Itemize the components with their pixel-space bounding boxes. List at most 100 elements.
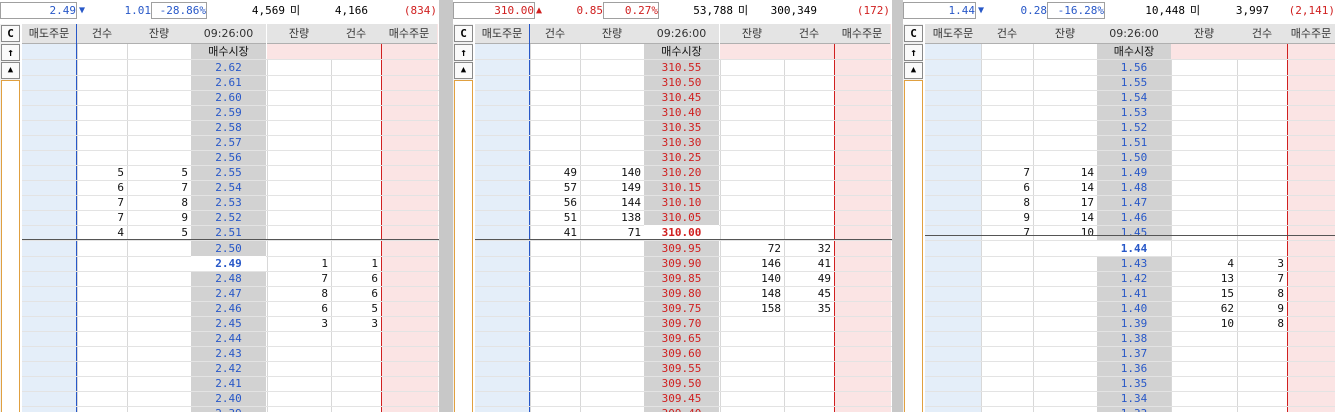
ask-price[interactable]: 310.30	[644, 135, 719, 150]
ask-row: 310.30	[475, 135, 892, 151]
bid-price[interactable]: 1.41	[1097, 286, 1171, 301]
ask-price[interactable]: 1.46	[1097, 210, 1171, 225]
ask-price[interactable]: 1.55	[1097, 75, 1171, 90]
ask-count	[981, 135, 1033, 150]
bid-price[interactable]: 2.40	[191, 391, 266, 406]
ask-count	[981, 105, 1033, 120]
ask-price[interactable]: 2.56	[191, 150, 266, 165]
bid-price[interactable]: 1.42	[1097, 271, 1171, 286]
scroll-up-button[interactable]: ▲	[454, 62, 473, 79]
bid-price[interactable]: 1.36	[1097, 361, 1171, 376]
ask-price[interactable]: 310.25	[644, 150, 719, 165]
ask-price[interactable]: 1.53	[1097, 105, 1171, 120]
scroll-up-button[interactable]: ▲	[1, 62, 20, 79]
ask-remain: 149	[621, 181, 641, 194]
bid-price[interactable]: 1.35	[1097, 376, 1171, 391]
bid-price[interactable]: 309.65	[644, 331, 719, 346]
ask-price[interactable]: 2.59	[191, 105, 266, 120]
clear-button[interactable]: C	[1, 25, 20, 42]
bid-price[interactable]: 1.38	[1097, 331, 1171, 346]
bid-price[interactable]: 2.39	[191, 406, 266, 412]
ask-price[interactable]: 310.05	[644, 210, 719, 225]
ask-price[interactable]: 1.50	[1097, 150, 1171, 165]
bid-count	[331, 361, 381, 376]
ask-price[interactable]: 1.45	[1097, 225, 1171, 240]
bid-price[interactable]: 309.60	[644, 346, 719, 361]
bid-price[interactable]: 2.47	[191, 286, 266, 301]
ask-price[interactable]: 2.52	[191, 210, 266, 225]
ask-price[interactable]: 2.61	[191, 75, 266, 90]
ask-price[interactable]: 310.55	[644, 60, 719, 75]
ask-price[interactable]: 2.53	[191, 195, 266, 210]
bid-price[interactable]: 2.43	[191, 346, 266, 361]
ask-price[interactable]: 2.60	[191, 90, 266, 105]
bid-price[interactable]: 309.40	[644, 406, 719, 412]
ask-price[interactable]: 1.47	[1097, 195, 1171, 210]
bid-price[interactable]: 2.50	[191, 241, 266, 256]
summary-volume: 4,569	[251, 4, 285, 17]
bid-price[interactable]: 2.42	[191, 361, 266, 376]
ask-price[interactable]: 310.00	[644, 225, 719, 240]
bid-price[interactable]: 309.70	[644, 316, 719, 331]
ask-price[interactable]: 1.49	[1097, 165, 1171, 180]
ask-price[interactable]: 310.15	[644, 180, 719, 195]
ask-remain: 10	[1080, 226, 1094, 239]
price-scrollbar[interactable]	[904, 80, 923, 412]
scroll-up-button[interactable]: ▲	[904, 62, 923, 79]
price-scrollbar[interactable]	[1, 80, 20, 412]
bid-price[interactable]: 1.39	[1097, 316, 1171, 331]
bid-price[interactable]: 309.50	[644, 376, 719, 391]
clear-button[interactable]: C	[454, 25, 473, 42]
ask-price[interactable]: 2.51	[191, 225, 266, 240]
bid-price[interactable]: 309.55	[644, 361, 719, 376]
ask-row: 1.51	[925, 135, 1335, 151]
ask-price[interactable]: 2.54	[191, 180, 266, 195]
ask-price[interactable]: 310.10	[644, 195, 719, 210]
ask-price[interactable]: 2.57	[191, 135, 266, 150]
ask-price[interactable]: 1.54	[1097, 90, 1171, 105]
bid-price[interactable]: 1.34	[1097, 391, 1171, 406]
up-arrow-button[interactable]: ↑	[1, 44, 20, 61]
bid-price[interactable]: 2.45	[191, 316, 266, 331]
ask-price[interactable]: 1.52	[1097, 120, 1171, 135]
ask-count	[530, 150, 580, 165]
bid-price[interactable]: 309.75	[644, 301, 719, 316]
bid-price[interactable]: 2.41	[191, 376, 266, 391]
ask-price[interactable]: 2.55	[191, 165, 266, 180]
ask-price[interactable]: 310.40	[644, 105, 719, 120]
ask-price[interactable]: 310.35	[644, 120, 719, 135]
up-arrow-button[interactable]: ↑	[904, 44, 923, 61]
ask-row: 1.54	[925, 90, 1335, 106]
bid-price[interactable]: 1.43	[1097, 256, 1171, 271]
ask-price[interactable]: 310.45	[644, 90, 719, 105]
bid-price[interactable]: 2.44	[191, 331, 266, 346]
ask-price[interactable]: 1.48	[1097, 180, 1171, 195]
ask-price[interactable]: 2.58	[191, 120, 266, 135]
price-scrollbar[interactable]	[454, 80, 473, 412]
summary-bar: 1.44 0.28 -16.28% 10,448 미 3,997 (2,141) ▼	[903, 0, 1335, 19]
ask-price[interactable]: 1.51	[1097, 135, 1171, 150]
bid-price[interactable]: 309.85	[644, 271, 719, 286]
ask-price[interactable]: 1.56	[1097, 60, 1171, 75]
bid-price[interactable]: 309.80	[644, 286, 719, 301]
up-arrow-button[interactable]: ↑	[454, 44, 473, 61]
bid-price[interactable]: 309.95	[644, 241, 719, 256]
ask-row: 5 5 2.55	[22, 165, 439, 181]
bid-price[interactable]: 1.33	[1097, 406, 1171, 412]
ask-count: 56	[563, 196, 577, 209]
bid-price[interactable]: 2.48	[191, 271, 266, 286]
bid-price[interactable]: 1.44	[1097, 241, 1171, 256]
bid-price[interactable]: 1.37	[1097, 346, 1171, 361]
ask-price[interactable]: 310.20	[644, 165, 719, 180]
bid-price[interactable]: 309.90	[644, 256, 719, 271]
bid-count	[1237, 331, 1287, 346]
bid-price[interactable]: 2.46	[191, 301, 266, 316]
ask-remain: 71	[627, 226, 641, 239]
ask-price[interactable]: 310.50	[644, 75, 719, 90]
bid-price[interactable]: 1.40	[1097, 301, 1171, 316]
bid-price[interactable]: 309.45	[644, 391, 719, 406]
order-controls: C ↑ ▲	[453, 24, 473, 412]
clear-button[interactable]: C	[904, 25, 923, 42]
bid-price[interactable]: 2.49	[191, 256, 266, 271]
ask-price[interactable]: 2.62	[191, 60, 266, 75]
